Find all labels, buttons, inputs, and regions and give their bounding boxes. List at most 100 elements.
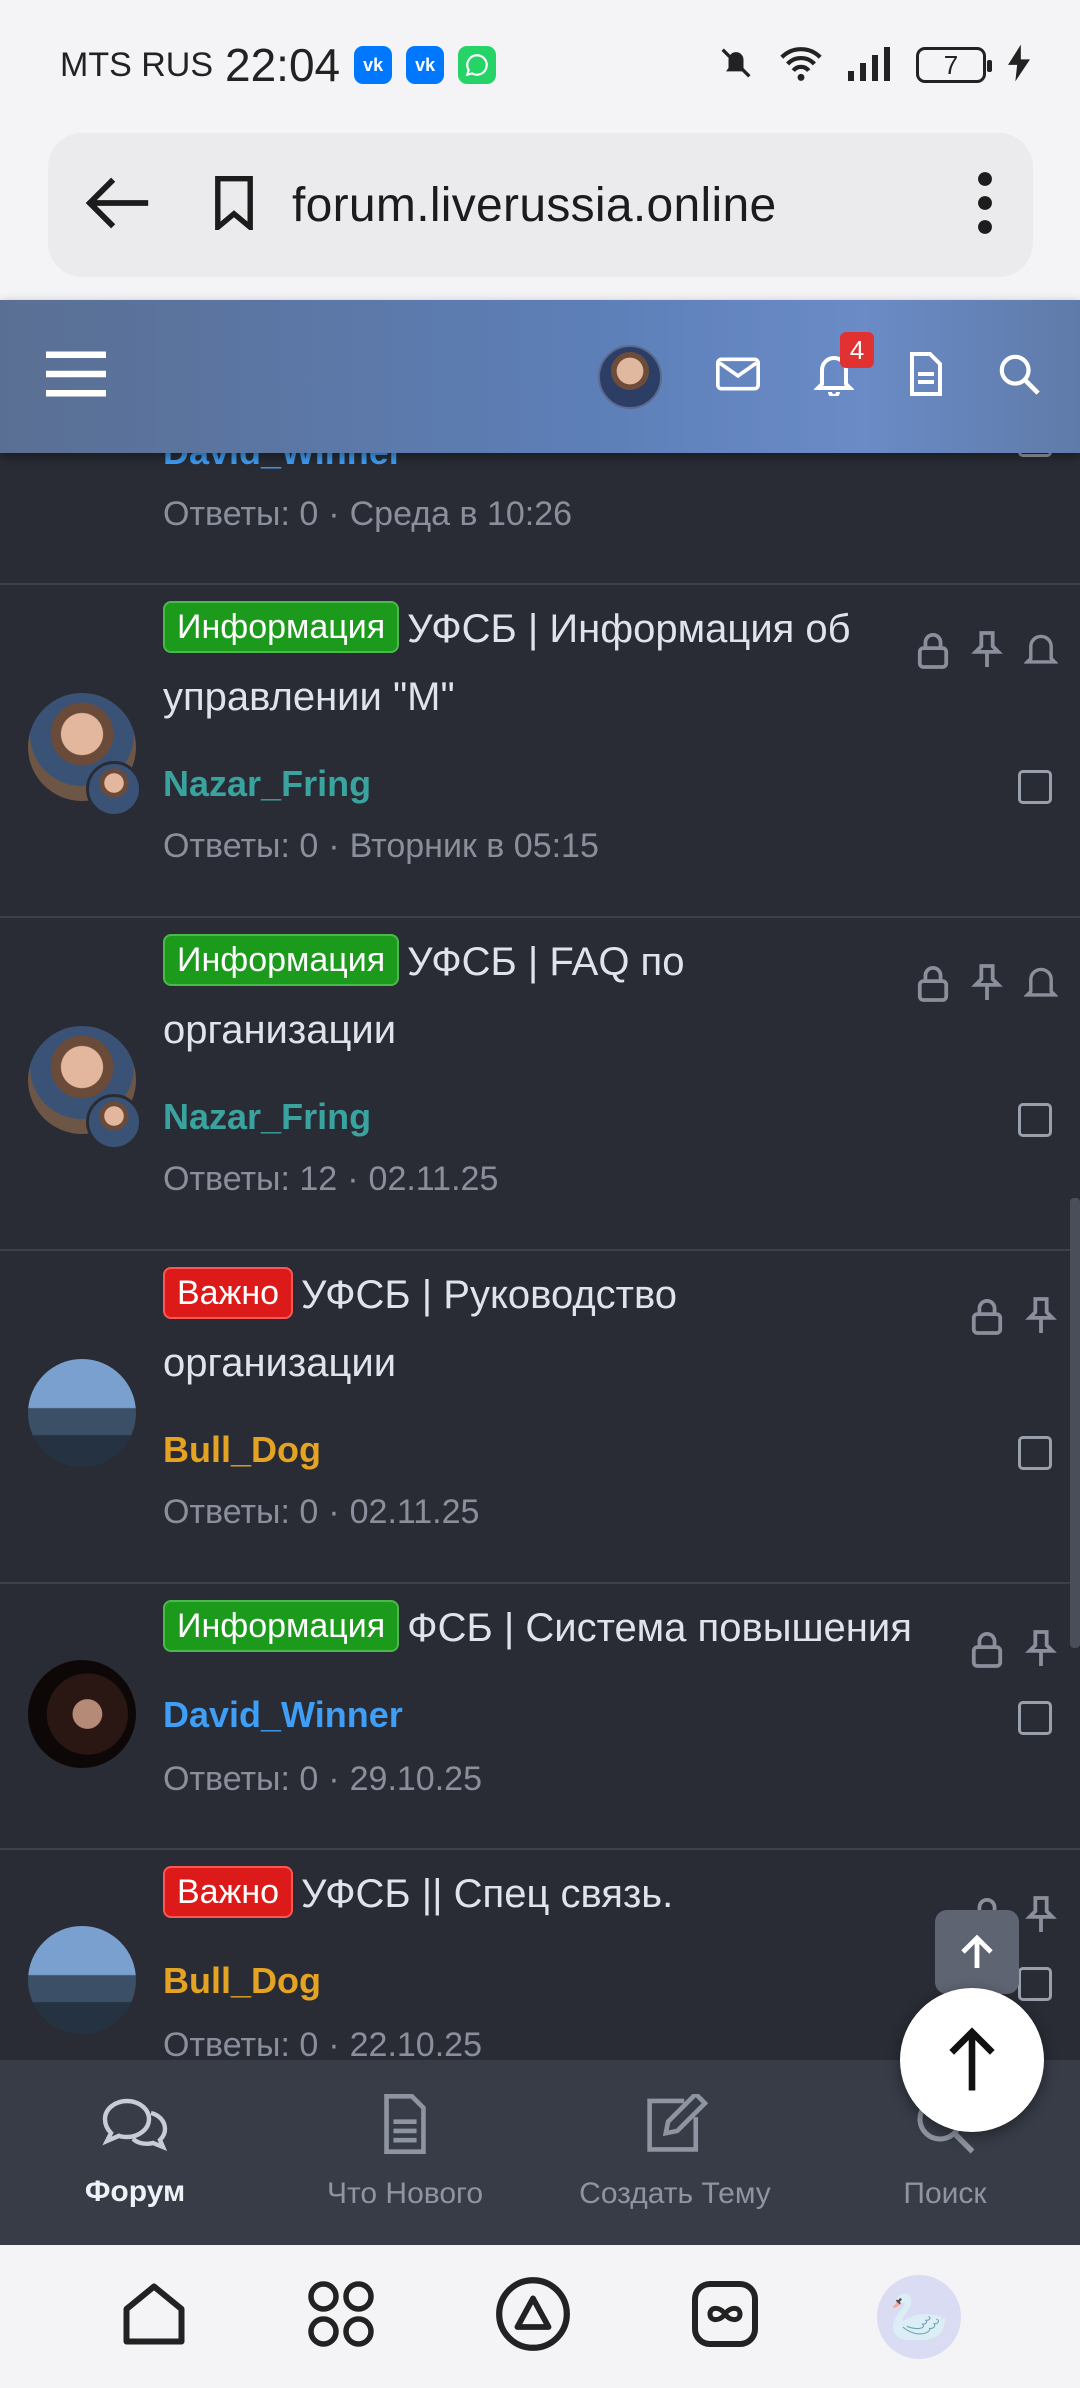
bookmark-icon[interactable]: [212, 175, 256, 235]
carrier-name: MTS RUS: [60, 45, 213, 84]
thread-date: 02.11.25: [349, 1493, 480, 1531]
thread-item[interactable]: Информация ФСБ | Система повышения David_…: [0, 1582, 1080, 1848]
lock-icon: [916, 631, 950, 674]
thread-author[interactable]: Nazar_Fring: [163, 1096, 371, 1138]
thread-date: Вторник в 05:15: [349, 827, 599, 865]
thread-title-text[interactable]: УФСБ || Спец связь.: [301, 1872, 673, 1916]
prefix-badge: Важно: [163, 1267, 294, 1319]
prefix-badge: Информация: [163, 1600, 400, 1652]
nav-label: Поиск: [903, 2177, 987, 2210]
pin-icon: [1024, 1297, 1058, 1340]
thread-avatar[interactable]: [28, 1926, 136, 2034]
thread-title[interactable]: Важно УФСБ || Спец связь.: [163, 1860, 863, 1928]
thread-meta: Ответы: 0 · 29.10.25: [163, 1760, 482, 1798]
system-nav-bar: 🦢: [0, 2245, 1080, 2388]
thread-title[interactable]: Информация УФСБ | FAQ по организации: [163, 928, 903, 1064]
nav-create-thread[interactable]: Создать Тему: [540, 2060, 810, 2245]
last-poster-avatar: [86, 1094, 142, 1150]
lock-icon: [970, 1297, 1004, 1340]
thread-date: Среда в 10:26: [349, 495, 573, 533]
nav-whats-new[interactable]: Что Нового: [270, 2060, 540, 2245]
prefix-badge: Информация: [163, 601, 400, 653]
thread-status-icons: [970, 1630, 1058, 1673]
user-avatar[interactable]: [598, 344, 662, 409]
reply-count: Ответы: 0: [163, 1493, 319, 1531]
watch-bell-icon: [1023, 964, 1059, 1007]
thread-meta: Ответы: 0 · 02.11.25: [163, 1493, 480, 1531]
address-bar[interactable]: forum.liverussia.online: [48, 133, 1033, 277]
reply-count: Ответы: 0: [163, 827, 319, 865]
lock-icon: [916, 964, 950, 1007]
more-options-icon[interactable]: [977, 171, 993, 240]
thread-title[interactable]: Информация ФСБ | Система повышения: [163, 1594, 963, 1662]
select-checkbox[interactable]: [1018, 453, 1052, 457]
thread-meta: Ответы: 12 · 02.11.25: [163, 1160, 499, 1198]
thread-item-partial[interactable]: David_Winner Ответы: 0·Среда в 10:26: [0, 453, 1080, 533]
nav-forum[interactable]: Форум: [0, 2060, 270, 2245]
apps-grid-icon[interactable]: [306, 2279, 376, 2354]
search-icon[interactable]: [998, 353, 1040, 400]
watch-bell-icon: [1023, 631, 1059, 674]
thread-meta: Ответы: 0 · 22.10.25: [163, 2026, 482, 2060]
thread-meta: Ответы: 0 · Вторник в 05:15: [163, 827, 599, 865]
signal-icon: [846, 45, 894, 86]
thread-title[interactable]: Информация УФСБ | Информация об управлени…: [163, 595, 903, 731]
avatar: [28, 1359, 136, 1467]
scroll-top-floating-button[interactable]: [900, 1988, 1044, 2132]
thread-author[interactable]: Bull_Dog: [163, 1960, 321, 2002]
thread-status-icons: [916, 631, 1059, 674]
scrollbar[interactable]: [1070, 1198, 1080, 1648]
select-checkbox[interactable]: [1018, 1967, 1052, 2001]
avatar: [28, 1926, 136, 2034]
thread-item[interactable]: Важно УФСБ | Руководство организации Bull…: [0, 1249, 1080, 1582]
thread-avatar[interactable]: [28, 1026, 142, 1150]
assistant-icon[interactable]: [494, 2275, 572, 2358]
thread-avatar[interactable]: [28, 1660, 136, 1768]
back-arrow-icon[interactable]: [84, 173, 154, 238]
thread-date: 29.10.25: [349, 1760, 482, 1798]
pin-icon: [970, 631, 1004, 674]
pin-icon: [1024, 1896, 1058, 1939]
thread-avatar[interactable]: [28, 693, 142, 817]
status-bar: MTS RUS 22:04 vk vk 7: [0, 0, 1080, 130]
thread-title[interactable]: Важно УФСБ | Руководство организации: [163, 1261, 863, 1397]
hamburger-menu-icon[interactable]: [46, 349, 106, 404]
thread-author[interactable]: Bull_Dog: [163, 1429, 321, 1471]
scroll-top-button[interactable]: [935, 1910, 1019, 1994]
browser-toolbar: forum.liverussia.online: [0, 130, 1080, 300]
prefix-badge: Информация: [163, 934, 400, 986]
thread-avatar[interactable]: [28, 1359, 136, 1467]
url-text[interactable]: forum.liverussia.online: [292, 178, 776, 233]
goose-app-icon[interactable]: 🦢: [877, 2274, 962, 2359]
select-checkbox[interactable]: [1018, 1701, 1052, 1735]
mail-icon[interactable]: [716, 356, 760, 397]
wifi-icon: [778, 43, 824, 88]
select-checkbox[interactable]: [1018, 1436, 1052, 1470]
thread-item[interactable]: Информация УФСБ | FAQ по организации Naza…: [0, 916, 1080, 1249]
thread-title-text[interactable]: ФСБ | Система повышения: [407, 1606, 912, 1650]
thread-author[interactable]: Nazar_Fring: [163, 763, 371, 805]
notifications-button[interactable]: 4: [813, 332, 874, 401]
select-checkbox[interactable]: [1018, 1103, 1052, 1137]
home-icon[interactable]: [119, 2279, 189, 2354]
thread-author[interactable]: David_Winner: [163, 453, 403, 473]
nav-label: Создать Тему: [579, 2177, 771, 2210]
notification-count-badge: 4: [840, 332, 874, 368]
battery-icon: 7: [916, 47, 992, 83]
select-checkbox[interactable]: [1018, 770, 1052, 804]
whats-new-icon[interactable]: [908, 352, 944, 401]
infinity-app-icon[interactable]: [690, 2279, 760, 2354]
thread-item[interactable]: Информация УФСБ | Информация об управлени…: [0, 583, 1080, 916]
prefix-badge: Важно: [163, 1866, 294, 1918]
avatar: [28, 1660, 136, 1768]
thread-author[interactable]: David_Winner: [163, 1694, 403, 1736]
forum-header: 4: [0, 300, 1080, 453]
chat-bubbles-icon: [99, 2094, 171, 2157]
thread-status-icons: [916, 964, 1059, 1007]
thread-date: 02.11.25: [368, 1160, 499, 1198]
nav-label: Что Нового: [326, 2177, 484, 2210]
mute-icon: [716, 43, 756, 88]
pin-icon: [1024, 1630, 1058, 1673]
nav-label: Форум: [84, 2175, 186, 2208]
clock: 22:04: [225, 39, 341, 91]
